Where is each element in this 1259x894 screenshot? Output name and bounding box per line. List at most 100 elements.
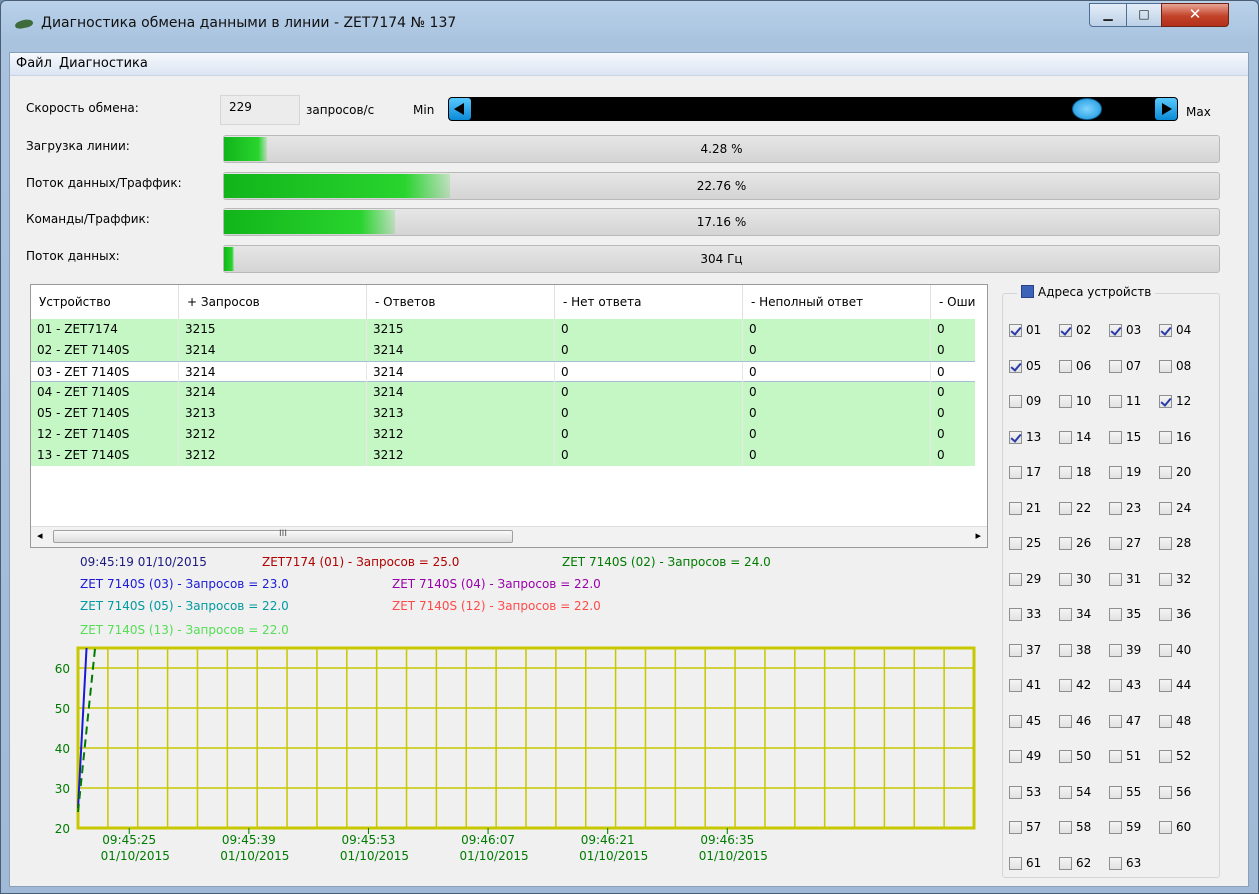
title-bar[interactable]: Диагностика обмена данными в линии - ZET… [1, 1, 1258, 47]
address-checkbox-04[interactable] [1159, 324, 1172, 337]
address-checkbox-48[interactable] [1159, 714, 1172, 728]
address-checkbox-19[interactable] [1109, 466, 1122, 479]
column-header[interactable]: - Неполный ответ [743, 285, 931, 319]
address-checkbox-34[interactable] [1059, 608, 1072, 621]
address-checkbox-51[interactable] [1109, 750, 1122, 763]
address-checkbox-58[interactable] [1059, 821, 1072, 834]
menu-diagnostics[interactable]: Диагностика [59, 56, 148, 71]
addresses-group-title[interactable]: Адреса устройств [1017, 285, 1156, 299]
table-row[interactable]: 03 - ZET 7140S 3214 3214 0 0 0 [31, 361, 975, 383]
address-checkbox-09[interactable] [1009, 395, 1022, 408]
column-header[interactable]: - Ответов [367, 285, 555, 319]
address-checkbox-42[interactable] [1059, 679, 1072, 692]
address-checkbox-27[interactable] [1109, 537, 1122, 550]
column-header[interactable]: Устройство [31, 285, 179, 319]
address-checkbox-21[interactable] [1009, 501, 1022, 515]
device-table[interactable]: Устройство + Запросов - Ответов - Нет ответ… [30, 284, 988, 548]
address-checkbox-57[interactable] [1009, 821, 1022, 834]
address-checkbox-30[interactable] [1059, 572, 1072, 586]
table-row[interactable]: 02 - ZET 7140S 3214 3214 0 0 0 [31, 340, 975, 361]
address-checkbox-52[interactable] [1159, 750, 1172, 763]
x-tick-time: 09:45:25 [102, 833, 156, 847]
address-checkbox-43[interactable] [1109, 679, 1122, 692]
address-checkbox-46[interactable] [1059, 714, 1072, 728]
address-checkbox-47[interactable] [1109, 714, 1122, 728]
address-checkbox-08[interactable] [1159, 359, 1172, 373]
address-checkbox-39[interactable] [1109, 643, 1122, 657]
maximize-button[interactable]: □ [1126, 3, 1162, 27]
address-checkbox-31[interactable] [1109, 572, 1122, 586]
address-checkbox-36[interactable] [1159, 608, 1172, 621]
column-header[interactable]: - Оши [931, 285, 987, 319]
address-checkbox-37[interactable] [1009, 643, 1022, 657]
table-row[interactable]: 05 - ZET 7140S 3213 3213 0 0 0 [31, 403, 975, 424]
slider-increase-button[interactable] [1155, 98, 1177, 120]
requests-chart[interactable]: 20 30 40 50 60 09:45:25 01/10/2015 09:45:39 01/1… [36, 588, 986, 883]
address-checkbox-16[interactable] [1159, 430, 1172, 444]
address-checkbox-20[interactable] [1159, 466, 1172, 479]
address-checkbox-60[interactable] [1159, 821, 1172, 834]
address-checkbox-17[interactable] [1009, 466, 1022, 479]
address-checkbox-41[interactable] [1009, 679, 1022, 692]
address-checkbox-25[interactable] [1009, 537, 1022, 550]
address-checkbox-14[interactable] [1059, 430, 1072, 444]
address-checkbox-44[interactable] [1159, 679, 1172, 692]
address-checkbox-22[interactable] [1059, 501, 1072, 515]
address-checkbox-55[interactable] [1109, 785, 1122, 799]
address-checkbox-13[interactable] [1009, 430, 1022, 444]
address-checkbox-45[interactable] [1009, 714, 1022, 728]
address-checkbox-38[interactable] [1059, 643, 1072, 657]
address-label-28: 28 [1176, 536, 1192, 550]
table-row[interactable]: 04 - ZET 7140S 3214 3214 0 0 0 [31, 382, 975, 403]
slider-decrease-button[interactable] [449, 98, 471, 120]
address-checkbox-63[interactable] [1109, 856, 1122, 870]
address-checkbox-12[interactable] [1159, 395, 1172, 408]
address-checkbox-07[interactable] [1109, 359, 1122, 373]
address-checkbox-50[interactable] [1059, 750, 1072, 763]
column-header[interactable]: - Нет ответа [555, 285, 743, 319]
address-checkbox-62[interactable] [1059, 856, 1072, 870]
address-checkbox-29[interactable] [1009, 572, 1022, 586]
address-checkbox-59[interactable] [1109, 821, 1122, 834]
scroll-right-icon[interactable]: ▸ [975, 529, 981, 542]
address-checkbox-33[interactable] [1009, 608, 1022, 621]
horizontal-scrollbar[interactable]: ◂ III ▸ [31, 526, 987, 547]
table-cell: 0 [743, 424, 931, 445]
address-checkbox-02[interactable] [1059, 324, 1072, 337]
close-button[interactable]: ✕ [1161, 3, 1229, 27]
table-row[interactable]: 12 - ZET 7140S 3212 3212 0 0 0 [31, 424, 975, 445]
address-checkbox-11[interactable] [1109, 395, 1122, 408]
address-label-53: 53 [1026, 784, 1042, 799]
address-checkbox-53[interactable] [1009, 785, 1022, 799]
menu-file[interactable]: Файл [16, 56, 52, 71]
table-cell: 01 - ZET7174 [31, 319, 179, 340]
table-row[interactable]: 01 - ZET7174 3215 3215 0 0 0 [31, 319, 975, 340]
addresses-all-checkbox[interactable] [1021, 285, 1034, 298]
address-checkbox-15[interactable] [1109, 430, 1122, 444]
address-checkbox-61[interactable] [1009, 856, 1022, 870]
address-checkbox-23[interactable] [1109, 501, 1122, 515]
table-row[interactable]: 13 - ZET 7140S 3212 3212 0 0 0 [31, 445, 975, 466]
column-header[interactable]: + Запросов [179, 285, 367, 319]
address-checkbox-18[interactable] [1059, 466, 1072, 479]
scroll-left-icon[interactable]: ◂ [37, 529, 43, 542]
address-checkbox-40[interactable] [1159, 643, 1172, 657]
address-checkbox-49[interactable] [1009, 750, 1022, 763]
address-checkbox-03[interactable] [1109, 324, 1122, 337]
slider-thumb[interactable] [1071, 98, 1102, 120]
scrollbar-thumb[interactable]: III [53, 529, 513, 543]
address-checkbox-54[interactable] [1059, 785, 1072, 799]
speed-slider[interactable] [448, 97, 1178, 121]
address-checkbox-32[interactable] [1159, 572, 1172, 586]
address-checkbox-01[interactable] [1009, 324, 1022, 337]
address-checkbox-10[interactable] [1059, 395, 1072, 408]
address-checkbox-06[interactable] [1059, 359, 1072, 373]
address-checkbox-28[interactable] [1159, 537, 1172, 550]
address-checkbox-05[interactable] [1009, 359, 1022, 373]
address-checkbox-24[interactable] [1159, 501, 1172, 515]
address-checkbox-26[interactable] [1059, 537, 1072, 550]
address-label-16: 16 [1176, 429, 1192, 444]
address-checkbox-35[interactable] [1109, 608, 1122, 621]
minimize-button[interactable]: ▁ [1089, 3, 1127, 27]
address-checkbox-56[interactable] [1159, 785, 1172, 799]
